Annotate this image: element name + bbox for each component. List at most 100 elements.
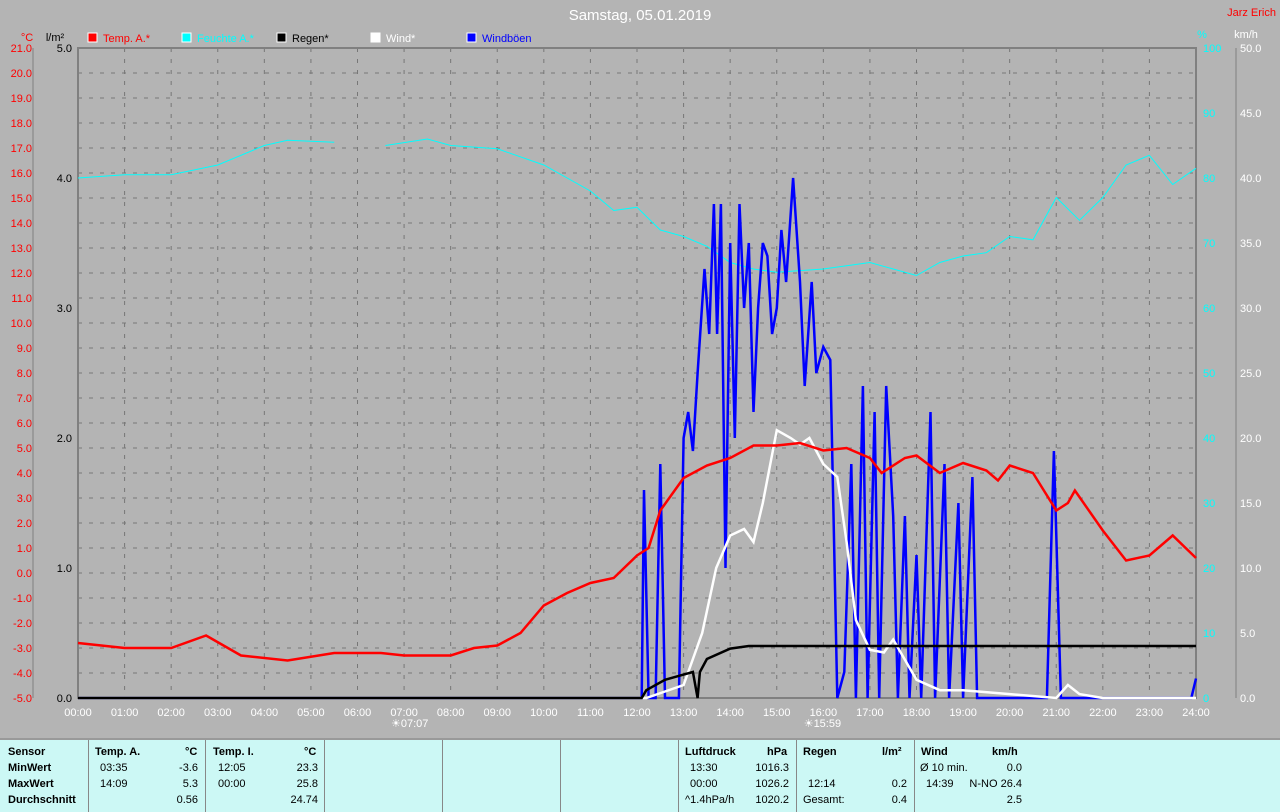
temp-tick-label: 5.0 [17,443,32,455]
x-tick-label: 13:00 [670,707,698,719]
temp-tick-label: 6.0 [17,418,32,430]
x-tick-label: 00:00 [64,707,92,719]
press-max-value: 1026.2 [755,778,789,790]
sensor-label: Sensor [8,746,46,758]
temp-tick-label: 12.0 [11,268,32,280]
temp-tick-label: 16.0 [11,168,32,180]
temp-tick-label: -1.0 [13,593,32,605]
temp-a-head: Temp. A. [95,746,141,758]
temp-tick-label: 19.0 [11,93,32,105]
temp-tick-label: -5.0 [13,693,32,705]
x-tick-label: 11:00 [577,707,604,719]
wind-avg10-label: Ø 10 min. [920,762,968,774]
rain-head: Regen [803,746,837,758]
temp-i-max-value: 25.8 [296,778,318,790]
temp-tick-label: -2.0 [13,618,32,630]
wind-tick-label: 0.0 [1240,693,1255,705]
hum-tick-label: 0 [1203,693,1209,705]
x-tick-label: 01:00 [111,707,139,719]
x-tick-label: 21:00 [1042,707,1070,719]
temp-tick-label: 3.0 [17,493,32,505]
wind-tick-label: 5.0 [1240,628,1255,640]
press-min-value: 1016.3 [755,762,789,774]
hum-tick-label: 60 [1203,303,1215,315]
temp-a-unit: °C [185,746,198,758]
wind-tick-label: 20.0 [1240,433,1261,445]
temp-i-avg-value: 24.74 [290,794,318,806]
x-tick-label: 03:00 [204,707,232,719]
press-max-time: 00:00 [690,778,718,790]
rain-total-label: Gesamt: [803,794,845,806]
x-tick-label: 20:00 [996,707,1024,719]
weather-chart: Samstag, 05.01.2019 Jarz Erich°C l/m²% km/h… [11,7,1276,730]
rain-unit: l/m² [882,746,902,758]
temp-tick-label: 9.0 [17,343,32,355]
series-line-feuchte-a- [77,139,335,179]
x-tick-label: 08:00 [437,707,465,719]
temp-a-min-value: -3.6 [179,762,198,774]
press-avg-value: 1020.2 [755,794,789,806]
x-tick-label: 10:00 [530,707,558,719]
wind-tick-label: 45.0 [1240,108,1261,120]
temp-tick-label: 7.0 [17,393,32,405]
temp-i-head: Temp. I. [213,746,254,758]
rain-total-value: 0.4 [891,794,907,806]
wind-tick-label: 10.0 [1240,563,1261,575]
temp-tick-label: 11.0 [11,293,32,305]
temp-i-min-value: 23.3 [296,762,318,774]
legend-swatch [87,32,98,43]
wind-head: Wind [921,746,948,758]
hum-tick-label: 30 [1203,498,1215,510]
press-head: Luftdruck [685,746,736,758]
temp-tick-label: 0.0 [17,568,32,580]
legend-label: Windböen [482,33,532,45]
temp-tick-label: -4.0 [13,668,32,680]
hum-tick-label: 100 [1203,43,1221,55]
temp-tick-label: 8.0 [17,368,32,380]
hum-tick-label: 40 [1203,433,1215,445]
x-tick-label: 06:00 [344,707,372,719]
press-unit: hPa [767,746,788,758]
x-tick-label: 23:00 [1136,707,1164,719]
temp-a-min-time: 03:35 [100,762,128,774]
hum-tick-label: 80 [1203,173,1215,185]
min-label: MinWert [8,762,52,774]
hum-tick-label: 90 [1203,108,1215,120]
wind-tick-label: 50.0 [1240,43,1261,55]
x-tick-label: 04:00 [251,707,279,719]
x-tick-label: 17:00 [856,707,884,719]
hum-unit-label: % [1197,29,1207,41]
wind-tick-label: 40.0 [1240,173,1261,185]
temp-tick-label: -3.0 [13,643,32,655]
max-label: MaxWert [8,778,54,790]
temp-tick-label: 14.0 [11,218,32,230]
wind-max-value: N-NO 26.4 [969,778,1022,790]
avg-label: Durchschnitt [8,794,76,806]
temp-tick-label: 21.0 [11,43,32,55]
rain-tick-label: 5.0 [57,43,72,55]
x-tick-label: 22:00 [1089,707,1117,719]
rain-max-value: 0.2 [891,778,907,790]
wind-tick-label: 30.0 [1240,303,1261,315]
hum-tick-label: 10 [1203,628,1215,640]
hum-tick-label: 50 [1203,368,1215,380]
rain-tick-label: 2.0 [57,433,72,445]
x-tick-label: 24:00 [1182,707,1210,719]
x-tick-label: 09:00 [483,707,511,719]
temp-a-max-value: 5.3 [182,778,198,790]
x-tick-label: 19:00 [949,707,977,719]
temp-i-min-time: 12:05 [218,762,246,774]
x-tick-label: 12:00 [623,707,651,719]
x-tick-label: 15:00 [763,707,791,719]
temp-tick-label: 17.0 [11,143,32,155]
rain-tick-label: 4.0 [57,173,72,185]
legend-label: Wind* [386,33,416,45]
temp-tick-label: 20.0 [11,68,32,80]
rain-tick-label: 3.0 [57,303,72,315]
legend-swatch [181,32,192,43]
wind-tick-label: 15.0 [1240,498,1261,510]
temp-a-avg-value: 0.56 [176,794,198,806]
wind-tick-label: 35.0 [1240,238,1261,250]
temp-i-max-time: 00:00 [218,778,246,790]
legend-label: Feuchte A.* [197,33,255,45]
